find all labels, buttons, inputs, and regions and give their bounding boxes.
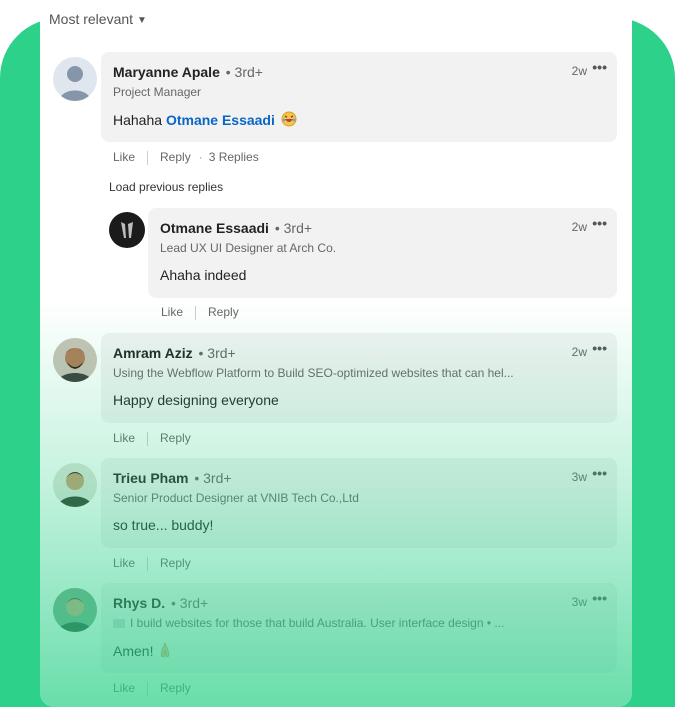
more-options-icon[interactable]: ••• xyxy=(592,590,607,606)
reply-button[interactable]: Reply xyxy=(160,431,191,445)
like-button[interactable]: Like xyxy=(161,305,183,319)
avatar-trieu[interactable] xyxy=(53,463,97,507)
commenter-name[interactable]: Maryanne Apale • 3rd+ xyxy=(113,64,263,80)
comment-time: 3w xyxy=(571,595,587,609)
avatar-maryanne[interactable] xyxy=(53,57,97,101)
commenter-headline: Project Manager xyxy=(113,85,202,99)
more-options-icon[interactable]: ••• xyxy=(592,215,607,231)
commenter-name[interactable]: Trieu Pham • 3rd+ xyxy=(113,470,232,486)
replies-count[interactable]: 3 Replies xyxy=(209,150,259,164)
divider xyxy=(147,150,149,165)
laughing-emoji-icon xyxy=(281,111,297,130)
more-options-icon[interactable]: ••• xyxy=(592,59,607,75)
comment-text: so true... buddy! xyxy=(113,517,214,533)
flag-icon xyxy=(113,619,125,628)
comment-bubble-amram: Amram Aziz • 3rd+ Using the Webflow Plat… xyxy=(101,333,617,423)
comment-bubble-otmane: Otmane Essaadi • 3rd+ Lead UX UI Designe… xyxy=(148,208,617,298)
commenter-headline: Senior Product Designer at VNIB Tech Co.… xyxy=(113,491,359,505)
commenter-headline: I build websites for those that build Au… xyxy=(113,616,504,630)
comment-actions: Like Reply xyxy=(161,305,239,320)
comment-text: Happy designing everyone xyxy=(113,392,279,408)
reply-button[interactable]: Reply xyxy=(160,556,191,570)
avatar-otmane[interactable] xyxy=(109,212,145,248)
comment-time: 3w xyxy=(571,470,587,484)
commenter-name[interactable]: Otmane Essaadi • 3rd+ xyxy=(160,220,312,236)
comment-actions: Like Reply xyxy=(113,431,191,446)
divider xyxy=(195,305,197,320)
separator-dot: · xyxy=(198,150,203,164)
divider xyxy=(147,681,149,696)
caret-down-icon: ▼ xyxy=(137,15,147,26)
comment-bubble-maryanne: Maryanne Apale • 3rd+ Project Manager Ha… xyxy=(101,52,617,142)
commenter-headline: Using the Webflow Platform to Build SEO-… xyxy=(113,366,514,380)
like-button[interactable]: Like xyxy=(113,431,135,445)
comment-text: Hahaha Otmane Essaadi xyxy=(113,111,297,130)
commenter-name[interactable]: Rhys D. • 3rd+ xyxy=(113,595,208,611)
mention-link[interactable]: Otmane Essaadi xyxy=(166,112,275,128)
praying-hands-emoji-icon xyxy=(159,642,171,661)
avatar-rhys[interactable] xyxy=(53,588,97,632)
reply-button[interactable]: Reply xyxy=(160,150,191,164)
comment-text: Amen! xyxy=(113,642,171,661)
comment-actions: Like Reply · 3 Replies xyxy=(113,150,259,165)
comment-time: 2w xyxy=(571,345,587,359)
reply-button[interactable]: Reply xyxy=(160,681,191,695)
divider xyxy=(147,556,149,571)
more-options-icon[interactable]: ••• xyxy=(592,465,607,481)
like-button[interactable]: Like xyxy=(113,681,135,695)
sort-dropdown[interactable]: Most relevant ▼ xyxy=(49,11,147,27)
comment-text: Ahaha indeed xyxy=(160,267,247,283)
comment-bubble-trieu: Trieu Pham • 3rd+ Senior Product Designe… xyxy=(101,458,617,548)
like-button[interactable]: Like xyxy=(113,556,135,570)
comment-actions: Like Reply xyxy=(113,556,191,571)
more-options-icon[interactable]: ••• xyxy=(592,340,607,356)
comment-time: 2w xyxy=(571,64,587,78)
load-previous-replies[interactable]: Load previous replies xyxy=(109,180,223,194)
comment-time: 2w xyxy=(571,220,587,234)
sort-label: Most relevant xyxy=(49,11,134,27)
divider xyxy=(147,431,149,446)
commenter-name[interactable]: Amram Aziz • 3rd+ xyxy=(113,345,236,361)
comments-panel: Most relevant ▼ Maryanne Apale • 3rd+ Pro… xyxy=(40,0,632,707)
avatar-amram[interactable] xyxy=(53,338,97,382)
comment-actions: Like Reply xyxy=(113,681,191,696)
commenter-headline: Lead UX UI Designer at Arch Co. xyxy=(160,241,337,255)
comment-bubble-rhys: Rhys D. • 3rd+ I build websites for thos… xyxy=(101,583,617,673)
like-button[interactable]: Like xyxy=(113,150,135,164)
reply-button[interactable]: Reply xyxy=(208,305,239,319)
